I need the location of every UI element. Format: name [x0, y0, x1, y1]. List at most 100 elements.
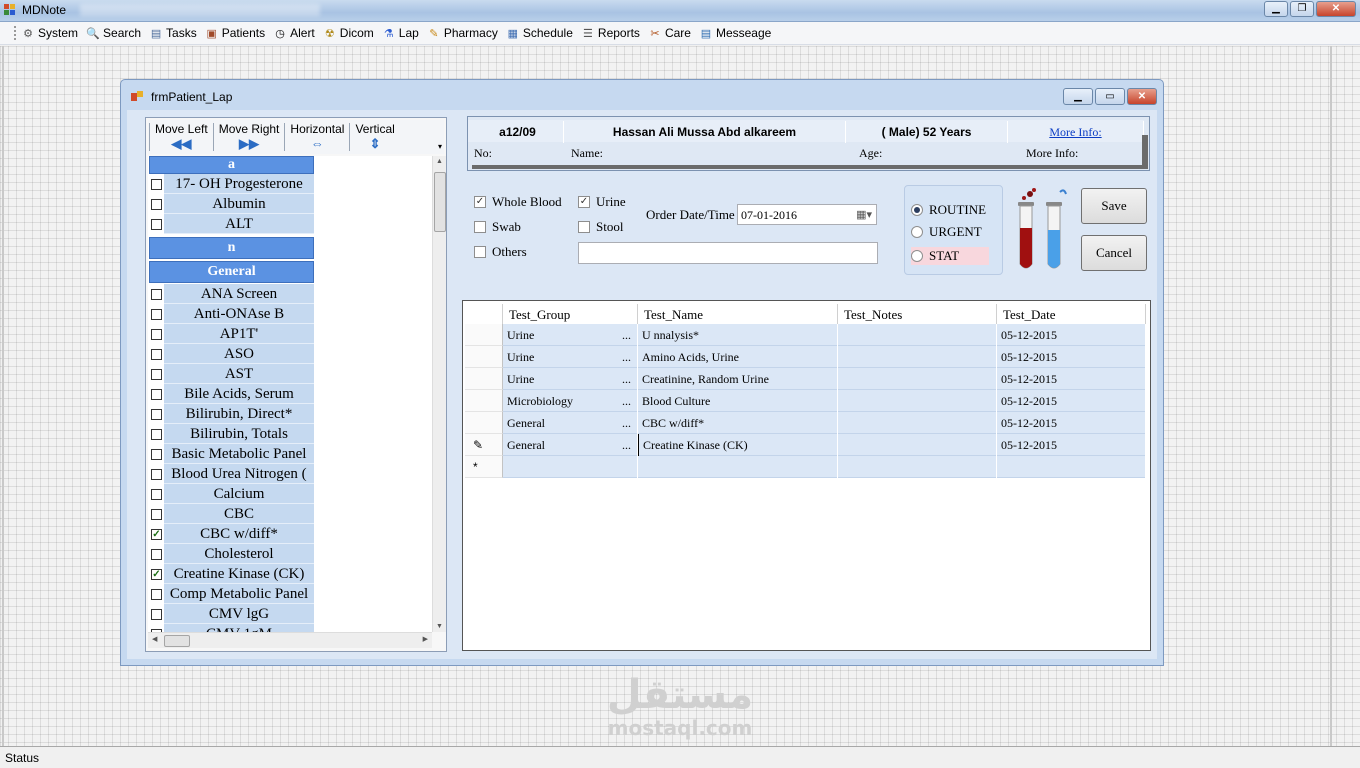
- item-checkbox[interactable]: [151, 369, 162, 380]
- menu-reports[interactable]: ☰ Reports: [581, 26, 640, 40]
- stool-checkbox[interactable]: Stool: [578, 219, 623, 235]
- menu-pharmacy[interactable]: ✎ Pharmacy: [427, 26, 498, 40]
- toolbar-overflow-icon[interactable]: ▾: [438, 142, 442, 151]
- cell-test-date[interactable]: 05-12-2015: [997, 412, 1146, 434]
- cell-test-date[interactable]: 05-12-2015: [997, 434, 1146, 456]
- minimize-button[interactable]: ▁: [1264, 1, 1288, 17]
- item-checkbox[interactable]: [151, 289, 162, 300]
- others-checkbox[interactable]: Others: [474, 244, 527, 260]
- cell-test-name[interactable]: Amino Acids, Urine: [638, 346, 838, 368]
- cell-test-group[interactable]: Urine...: [503, 324, 638, 346]
- others-input[interactable]: [578, 242, 878, 264]
- list-item[interactable]: CMV 1gM: [148, 624, 314, 632]
- more-info-link[interactable]: More Info:: [1008, 121, 1144, 143]
- scroll-left-icon[interactable]: ◀: [152, 635, 157, 643]
- column-header-test-name[interactable]: Test_Name: [638, 304, 838, 325]
- row-header[interactable]: [465, 368, 503, 390]
- cell-test-group[interactable]: Urine...: [503, 368, 638, 390]
- move-left-button[interactable]: Move Left ◀◀: [151, 120, 212, 154]
- cell-test-notes[interactable]: [838, 368, 997, 390]
- scroll-thumb[interactable]: [434, 172, 446, 232]
- stat-radio[interactable]: STAT: [911, 247, 989, 265]
- row-header[interactable]: [465, 346, 503, 368]
- menu-messeage[interactable]: ▤ Messeage: [699, 26, 772, 40]
- list-horizontal-scrollbar[interactable]: ◀ ▶: [148, 632, 432, 648]
- item-checkbox[interactable]: [151, 589, 162, 600]
- table-row[interactable]: General... CBC w/diff* 05-12-2015: [503, 412, 1146, 434]
- column-header-test-notes[interactable]: Test_Notes: [838, 304, 997, 325]
- urine-checkbox[interactable]: ✓ Urine: [578, 194, 626, 210]
- scroll-right-icon[interactable]: ▶: [423, 635, 428, 643]
- swab-checkbox[interactable]: Swab: [474, 219, 521, 235]
- calendar-dropdown-icon[interactable]: ▦▾: [856, 208, 872, 221]
- cell-test-name[interactable]: [638, 456, 838, 478]
- row-header[interactable]: [465, 390, 503, 412]
- item-checkbox[interactable]: [151, 409, 162, 420]
- cell-test-name[interactable]: CBC w/diff*: [638, 412, 838, 434]
- cell-test-name[interactable]: Blood Culture: [638, 390, 838, 412]
- horizontal-button[interactable]: Horizontal ⇔: [286, 120, 348, 154]
- list-item[interactable]: 17- OH Progesterone: [148, 174, 314, 194]
- cell-test-group[interactable]: General...: [503, 434, 638, 456]
- item-checkbox[interactable]: [151, 609, 162, 620]
- item-checkbox[interactable]: [151, 199, 162, 210]
- list-item[interactable]: ✓ Creatine Kinase (CK): [148, 564, 314, 584]
- ellipsis-button[interactable]: ...: [622, 346, 631, 368]
- column-header-test-date[interactable]: Test_Date: [997, 304, 1146, 325]
- list-item[interactable]: Comp Metabolic Panel: [148, 584, 314, 604]
- menu-alert[interactable]: ◷ Alert: [273, 26, 315, 40]
- order-date-picker[interactable]: 07-01-2016 ▦▾: [737, 204, 877, 225]
- new-row[interactable]: [503, 456, 1146, 478]
- item-checkbox[interactable]: [151, 509, 162, 520]
- save-button[interactable]: Save: [1081, 188, 1147, 224]
- cell-test-name[interactable]: Creatine Kinase (CK): [638, 434, 838, 456]
- column-header-test-group[interactable]: Test_Group: [503, 304, 638, 325]
- cell-test-date[interactable]: [997, 456, 1146, 478]
- cell-test-group[interactable]: General...: [503, 412, 638, 434]
- table-row[interactable]: Urine... U nnalysis* 05-12-2015: [503, 324, 1146, 346]
- table-row[interactable]: Urine... Creatinine, Random Urine 05-12-…: [503, 368, 1146, 390]
- item-checkbox[interactable]: [151, 489, 162, 500]
- cell-test-date[interactable]: 05-12-2015: [997, 390, 1146, 412]
- cell-test-date[interactable]: 05-12-2015: [997, 368, 1146, 390]
- tests-grid[interactable]: Test_Group Test_Name Test_Notes Test_Dat…: [462, 300, 1151, 651]
- cell-test-notes[interactable]: [838, 434, 997, 456]
- scroll-up-icon[interactable]: ▲: [436, 158, 443, 165]
- list-item[interactable]: Cholesterol: [148, 544, 314, 564]
- cell-test-name[interactable]: Creatinine, Random Urine: [638, 368, 838, 390]
- item-checkbox[interactable]: [151, 469, 162, 480]
- maximize-button[interactable]: ❐: [1290, 1, 1314, 17]
- list-item[interactable]: Bilirubin, Direct*: [148, 404, 314, 424]
- item-checkbox[interactable]: [151, 219, 162, 230]
- whole-blood-checkbox[interactable]: ✓ Whole Blood: [474, 194, 562, 210]
- table-row[interactable]: Urine... Amino Acids, Urine 05-12-2015: [503, 346, 1146, 368]
- list-item[interactable]: CMV lgG: [148, 604, 314, 624]
- list-item[interactable]: AST: [148, 364, 314, 384]
- ellipsis-button[interactable]: ...: [622, 412, 631, 434]
- item-checkbox[interactable]: [151, 549, 162, 560]
- list-item[interactable]: ALT: [148, 214, 314, 234]
- window-maximize-button[interactable]: ▭: [1095, 88, 1125, 105]
- item-checkbox[interactable]: [151, 449, 162, 460]
- list-item[interactable]: Bilirubin, Totals: [148, 424, 314, 444]
- list-item[interactable]: ASO: [148, 344, 314, 364]
- ellipsis-button[interactable]: ...: [622, 324, 631, 346]
- urgent-radio[interactable]: URGENT: [911, 224, 982, 240]
- menu-search[interactable]: 🔍 Search: [86, 26, 141, 40]
- cell-test-notes[interactable]: [838, 456, 997, 478]
- cell-test-group[interactable]: Urine...: [503, 346, 638, 368]
- list-item[interactable]: Albumin: [148, 194, 314, 214]
- ellipsis-button[interactable]: ...: [622, 368, 631, 390]
- row-header[interactable]: [465, 324, 503, 346]
- cell-test-notes[interactable]: [838, 390, 997, 412]
- routine-radio[interactable]: ROUTINE: [911, 202, 986, 218]
- list-item[interactable]: ANA Screen: [148, 284, 314, 304]
- row-header[interactable]: [465, 412, 503, 434]
- list-item[interactable]: Blood Urea Nitrogen (: [148, 464, 314, 484]
- ellipsis-button[interactable]: ...: [622, 434, 631, 456]
- menu-system[interactable]: ⚙ System: [21, 26, 78, 40]
- list-item[interactable]: AP1T': [148, 324, 314, 344]
- cell-test-notes[interactable]: [838, 412, 997, 434]
- list-item[interactable]: CBC: [148, 504, 314, 524]
- cancel-button[interactable]: Cancel: [1081, 235, 1147, 271]
